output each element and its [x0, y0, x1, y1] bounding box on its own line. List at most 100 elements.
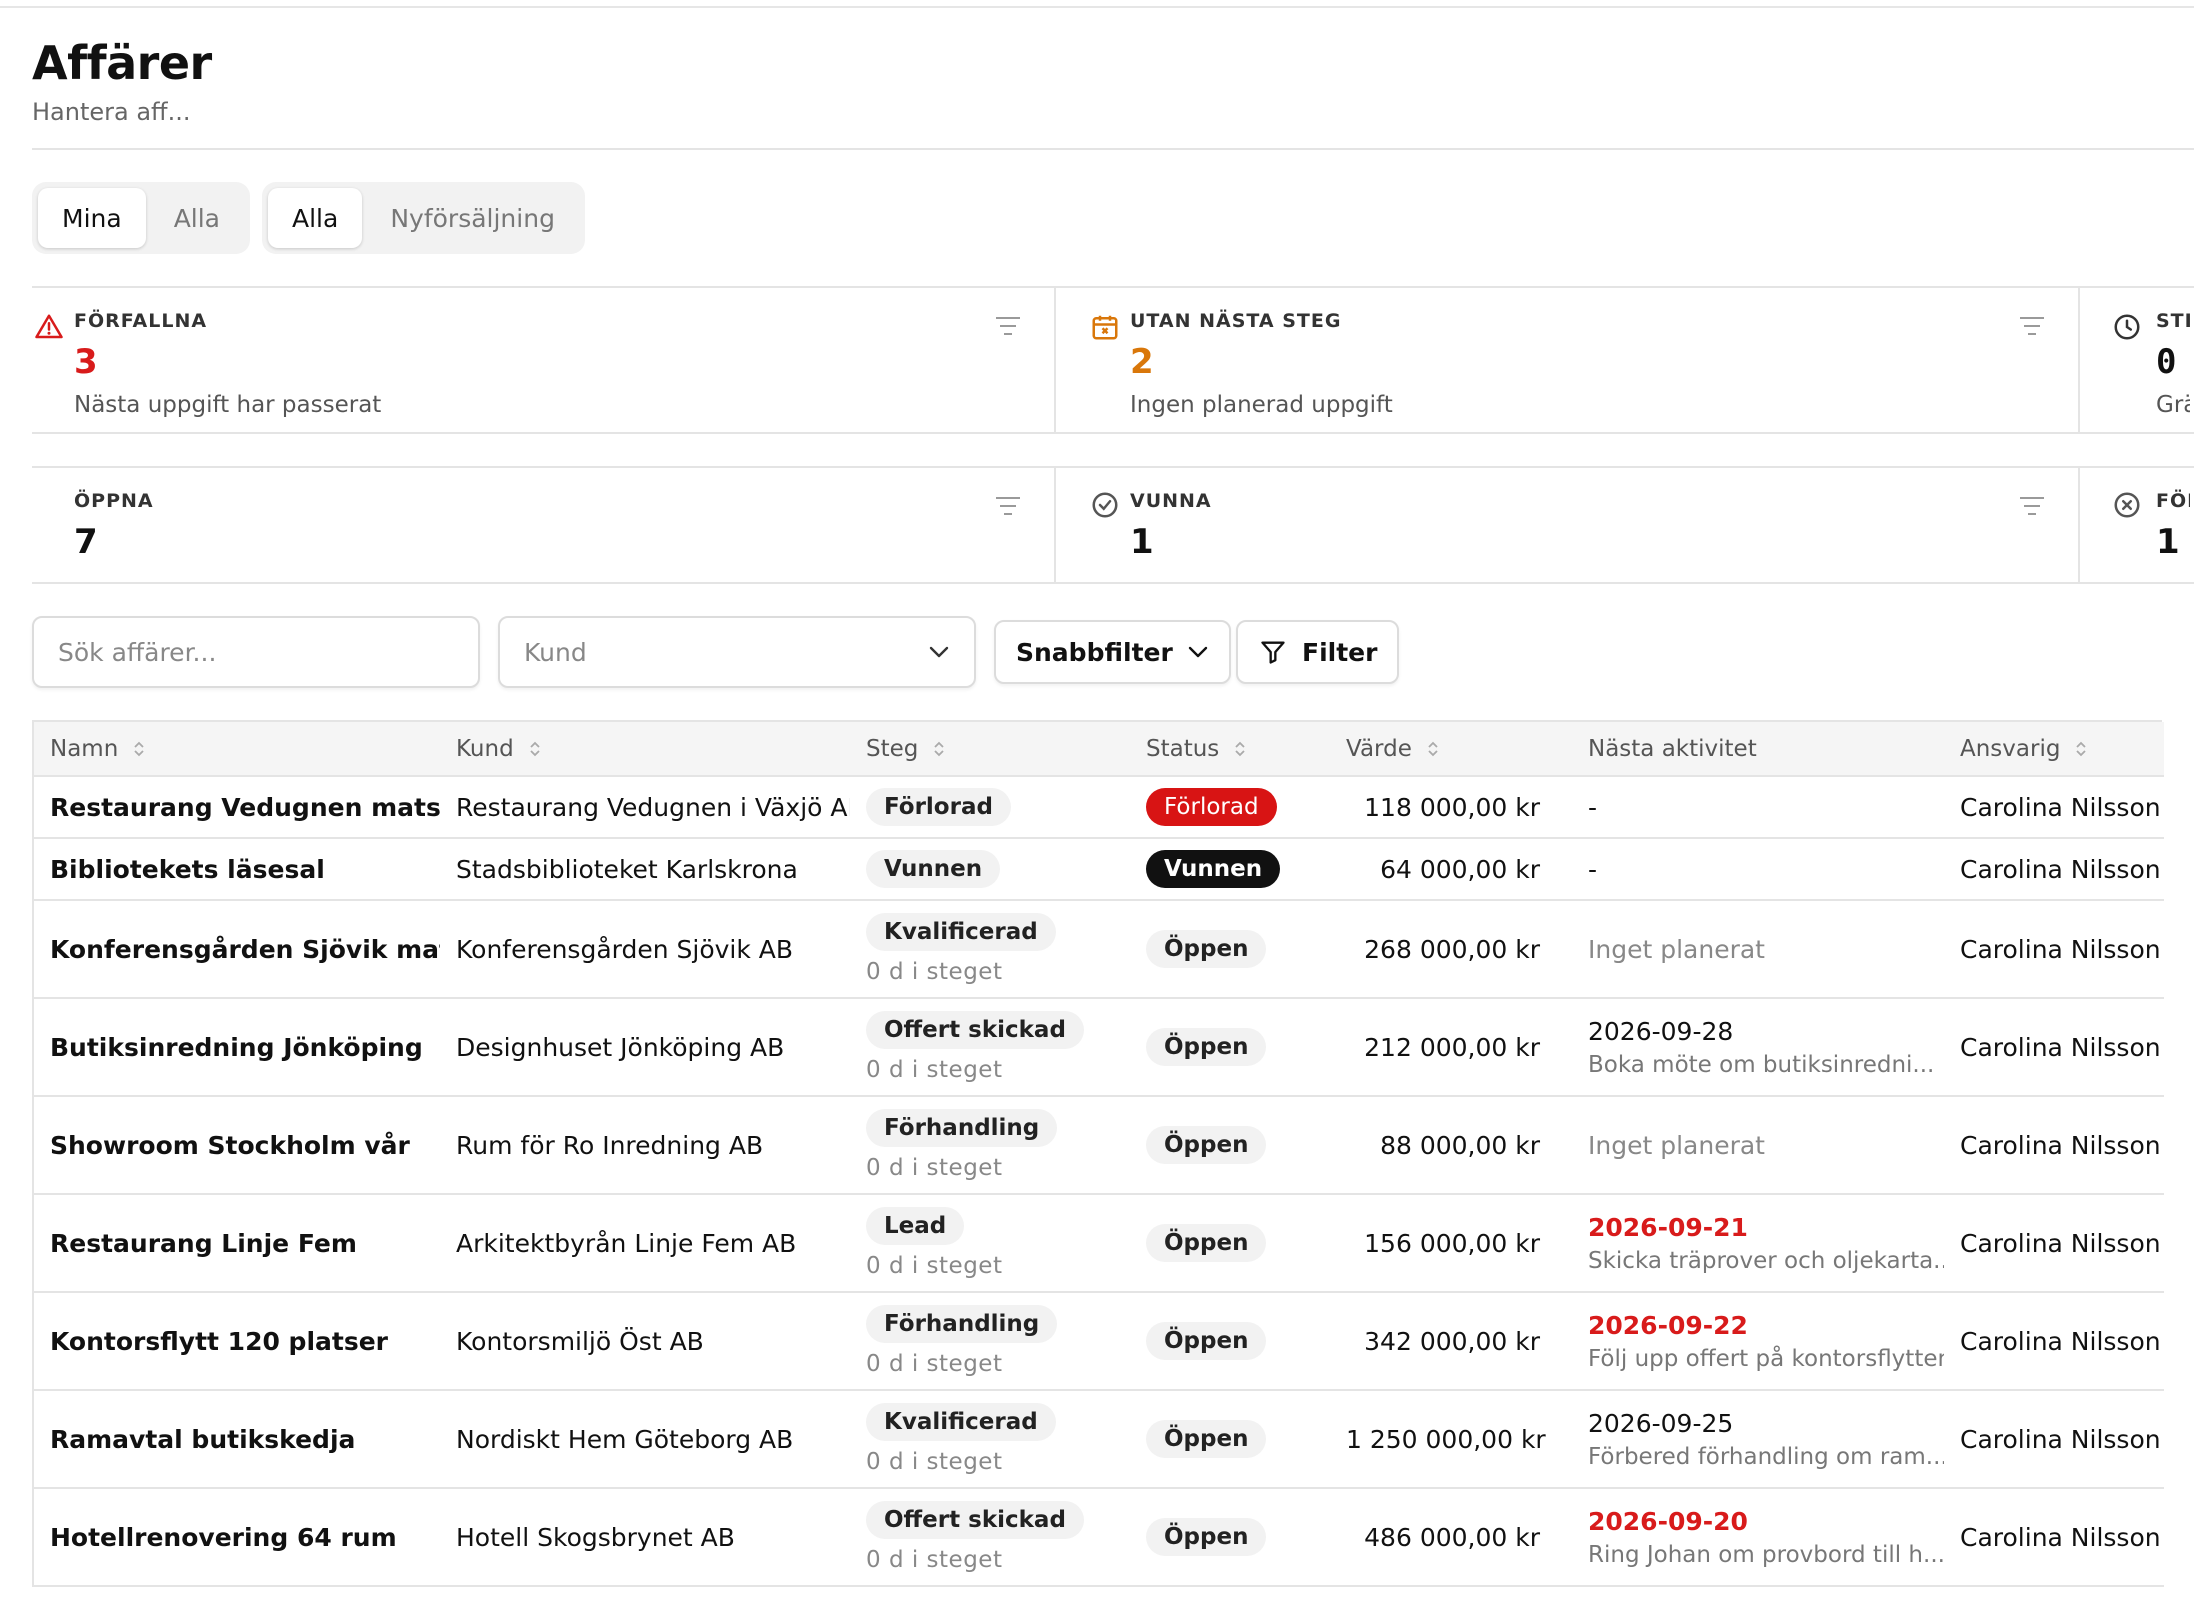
kpi-description: Ingen planerad uppgift	[1130, 392, 1393, 418]
next-activity-cell: 2026-09-21 Skicka träprover och oljekarta…	[1572, 1194, 1944, 1293]
column-header-varde[interactable]: Värde	[1330, 722, 1572, 777]
filter-lines-icon[interactable]	[994, 314, 1022, 338]
table-row[interactable]: Butiksinredning Jönköping Designhuset Jön…	[34, 998, 2164, 1097]
deal-owner: Carolina Nilsson	[1944, 1194, 2164, 1293]
table-row[interactable]: Kontorsflytt 120 platser Kontorsmiljö Öst…	[34, 1292, 2164, 1391]
filter-button[interactable]: Filter	[1236, 620, 1400, 684]
next-activity-cell: 2026-09-20 Ring Johan om provbord till h.…	[1572, 1488, 1944, 1587]
stage-badge: Offert skickad	[866, 1501, 1084, 1539]
type-nyforsaljning-button[interactable]: Nyförsäljning	[366, 188, 579, 248]
kpi-card-forlorade[interactable]: FÖRLOR 1	[2080, 468, 2190, 582]
sort-icon	[1235, 741, 1245, 757]
kpi-card-utan-nasta-steg[interactable]: UTAN NÄSTA STEG 2 Ingen planerad uppgift	[1056, 288, 2080, 432]
scope-toggle: Mina Alla	[32, 182, 251, 254]
kpi-label: FÖRLOR	[2156, 490, 2190, 512]
customer-select[interactable]: Kund	[498, 616, 976, 688]
next-activity-cell: 2026-09-28 Boka möte om butiksinredni...	[1572, 998, 1944, 1097]
table-row[interactable]: Konferensgården Sjövik matsalKonferensgå…	[34, 900, 2164, 999]
deal-status-cell: Vunnen	[1130, 838, 1330, 901]
deals-table: Namn Kund Steg Status Värde Nästa aktivi…	[32, 720, 2164, 1587]
next-activity-date: Inget planerat	[1588, 1130, 1765, 1160]
filter-lines-icon[interactable]	[994, 494, 1022, 518]
deal-value: 342 000,00 kr	[1330, 1292, 1572, 1391]
deal-name[interactable]: Showroom Stockholm vår	[34, 1096, 440, 1195]
days-in-stage: 0 d i steget	[866, 1253, 1003, 1279]
deal-status-cell: Öppen	[1130, 900, 1330, 999]
kpi-card-forfallna[interactable]: FÖRFALLNA 3 Nästa uppgift har passerat	[32, 288, 1056, 432]
filter-lines-icon[interactable]	[2018, 494, 2046, 518]
kpi-description: Nästa uppgift har passerat	[74, 392, 382, 418]
sort-icon	[530, 741, 540, 757]
table-row[interactable]: Ramavtal butikskedja Nordiskt Hem Götebor…	[34, 1390, 2164, 1489]
column-header-ansvarig[interactable]: Ansvarig	[1944, 722, 2164, 777]
deal-value: 88 000,00 kr	[1330, 1096, 1572, 1195]
table-row[interactable]: Restaurang Vedugnen matsal Restaurang Ved…	[34, 776, 2164, 839]
next-activity-cell: 2026-09-25 Förbered förhandling om ram...	[1572, 1390, 1944, 1489]
kpi-card-stilla[interactable]: STILLA 0 Gränse	[2080, 288, 2190, 432]
quick-filter-button[interactable]: Snabbfilter	[994, 620, 1231, 684]
page-title: Affärer	[32, 36, 212, 90]
kpi-card-oppna[interactable]: ÖPPNA 7	[32, 468, 1056, 582]
sort-icon	[2076, 741, 2087, 757]
scope-mina-button[interactable]: Mina	[38, 188, 146, 248]
deal-name[interactable]: Restaurang Linje Fem	[34, 1194, 440, 1293]
sort-icon	[134, 741, 144, 757]
status-badge: Öppen	[1146, 1224, 1267, 1262]
table-row[interactable]: Hotellrenovering 64 rum Hotell Skogsbryne…	[34, 1488, 2164, 1587]
deal-status-cell: Öppen	[1130, 1096, 1330, 1195]
column-header-steg[interactable]: Steg	[850, 722, 1130, 777]
kpi-value: 0	[2156, 342, 2177, 382]
next-activity-date: 2026-09-20	[1588, 1506, 1748, 1536]
deal-stage-cell: Kvalificerad 0 d i steget	[850, 1390, 1130, 1489]
deal-customer: Designhuset Jönköping AB	[440, 998, 850, 1097]
next-activity-description: Förbered förhandling om ram...	[1588, 1443, 1944, 1470]
scope-alla-button[interactable]: Alla	[150, 188, 244, 248]
table-row[interactable]: Bibliotekets läsesal Stadsbiblioteket Kar…	[34, 838, 2164, 901]
next-activity-description: Ring Johan om provbord till h...	[1588, 1541, 1944, 1568]
search-input[interactable]	[32, 616, 480, 688]
sort-icon	[934, 741, 945, 757]
deal-stage-cell: Lead 0 d i steget	[850, 1194, 1130, 1293]
deal-owner: Carolina Nilsson	[1944, 1488, 2164, 1587]
warning-triangle-icon	[35, 314, 63, 339]
next-activity-cell: Inget planerat	[1572, 900, 1944, 999]
days-in-stage: 0 d i steget	[866, 1155, 1003, 1181]
type-alla-button[interactable]: Alla	[268, 188, 363, 248]
sort-icon	[1428, 741, 1438, 757]
filter-label: Filter	[1302, 637, 1378, 667]
deal-name[interactable]: Konferensgården Sjövik matsal	[34, 900, 440, 999]
deal-status-cell: Öppen	[1130, 1488, 1330, 1587]
stage-badge: Förhandling	[866, 1109, 1058, 1147]
next-activity-cell: -	[1572, 776, 1944, 839]
deal-name[interactable]: Butiksinredning Jönköping	[34, 998, 440, 1097]
table-row[interactable]: Showroom Stockholm vår Rum för Ro Inredni…	[34, 1096, 2164, 1195]
next-activity-description: Följ upp offert på kontorsflytten	[1588, 1345, 1944, 1372]
deal-name[interactable]: Ramavtal butikskedja	[34, 1390, 440, 1489]
days-in-stage: 0 d i steget	[866, 1449, 1003, 1475]
column-header-kund[interactable]: Kund	[440, 722, 850, 777]
calendar-x-icon	[1092, 315, 1118, 340]
kpi-card-vunna[interactable]: VUNNA 1	[1056, 468, 2080, 582]
days-in-stage: 0 d i steget	[866, 1057, 1003, 1083]
next-activity-date: -	[1588, 854, 1598, 884]
table-row[interactable]: Restaurang Linje Fem Arkitektbyrån Linje …	[34, 1194, 2164, 1293]
deal-name[interactable]: Kontorsflytt 120 platser	[34, 1292, 440, 1391]
next-activity-cell: -	[1572, 838, 1944, 901]
next-activity-cell: Inget planerat	[1572, 1096, 1944, 1195]
deal-name[interactable]: Hotellrenovering 64 rum	[34, 1488, 440, 1587]
stage-badge: Kvalificerad	[866, 913, 1056, 951]
deal-status-cell: Öppen	[1130, 1292, 1330, 1391]
column-header-status[interactable]: Status	[1130, 722, 1330, 777]
deal-name[interactable]: Bibliotekets läsesal	[34, 838, 440, 901]
kpi-value: 2	[1130, 342, 1154, 382]
page-subtitle: Hantera aff...	[32, 98, 191, 126]
filter-lines-icon[interactable]	[2018, 314, 2046, 338]
kpi-row-bottom: ÖPPNA 7 VUNNA 1 FÖRLOR 1	[32, 466, 2194, 584]
deal-name[interactable]: Restaurang Vedugnen matsal	[34, 776, 440, 839]
chevron-down-icon	[1188, 646, 1208, 658]
status-badge: Förlorad	[1146, 788, 1277, 826]
stage-badge: Förlorad	[866, 788, 1011, 826]
column-header-namn[interactable]: Namn	[34, 722, 440, 777]
quick-filter-label: Snabbfilter	[1016, 637, 1173, 667]
status-badge: Öppen	[1146, 1518, 1267, 1556]
